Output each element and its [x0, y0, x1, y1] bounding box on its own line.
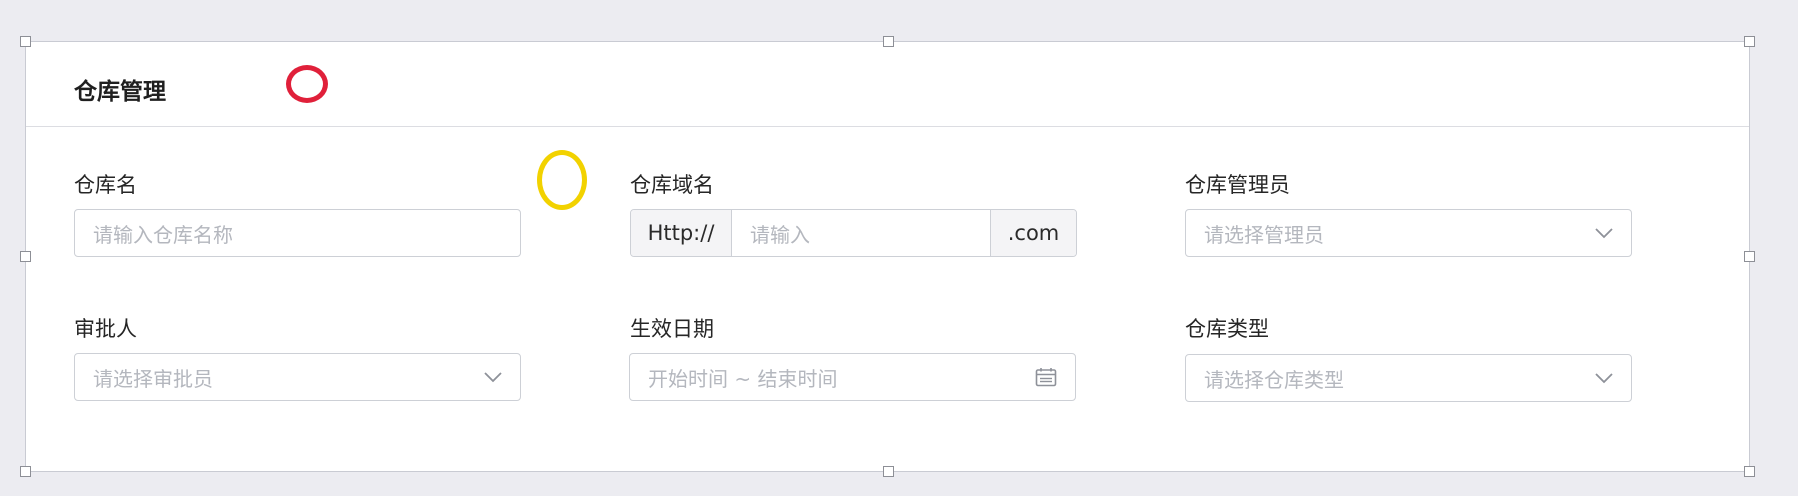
approver-placeholder: 请选择审批员: [93, 366, 213, 391]
warehouse-admin-placeholder: 请选择管理员: [1204, 222, 1324, 247]
approver-label: 审批人: [74, 317, 137, 341]
resize-handle-bottom-left[interactable]: [20, 466, 31, 477]
warehouse-type-placeholder: 请选择仓库类型: [1204, 367, 1344, 392]
warehouse-name-label: 仓库名: [74, 173, 137, 197]
warehouse-name-input[interactable]: 请输入仓库名称: [74, 209, 521, 257]
warehouse-admin-select[interactable]: 请选择管理员: [1185, 209, 1632, 257]
red-circle-annotation: [286, 65, 328, 103]
chevron-down-icon: [1595, 373, 1613, 384]
resize-handle-middle-right[interactable]: [1744, 251, 1755, 262]
warehouse-domain-input[interactable]: 请输入: [731, 210, 991, 256]
yellow-circle-annotation: [537, 150, 587, 210]
warehouse-management-card: 仓库管理 仓库名 请输入仓库名称 仓库域名 Http:// 请输入 .com 仓…: [20, 36, 1755, 477]
warehouse-name-placeholder: 请输入仓库名称: [93, 222, 233, 247]
effective-date-placeholder: 开始时间 ~ 结束时间: [648, 366, 838, 391]
warehouse-admin-label: 仓库管理员: [1185, 173, 1290, 197]
warehouse-domain-label: 仓库域名: [630, 173, 714, 197]
effective-date-label: 生效日期: [630, 317, 714, 341]
effective-date-range-picker[interactable]: 开始时间 ~ 结束时间: [629, 353, 1076, 401]
resize-handle-bottom-middle[interactable]: [883, 466, 894, 477]
resize-handle-middle-left[interactable]: [20, 251, 31, 262]
warehouse-domain-input-group: Http:// 请输入 .com: [630, 209, 1077, 257]
calendar-icon: [1035, 368, 1057, 387]
warehouse-domain-placeholder: 请输入: [750, 222, 810, 247]
warehouse-type-label: 仓库类型: [1185, 317, 1269, 341]
card-title: 仓库管理: [74, 79, 166, 105]
chevron-down-icon: [1595, 228, 1613, 239]
warehouse-type-select[interactable]: 请选择仓库类型: [1185, 354, 1632, 402]
domain-prefix-addon: Http://: [631, 210, 731, 256]
resize-handle-bottom-right[interactable]: [1744, 466, 1755, 477]
approver-select[interactable]: 请选择审批员: [74, 353, 521, 401]
domain-suffix-addon: .com: [991, 210, 1076, 256]
card-header: 仓库管理: [26, 42, 1749, 127]
chevron-down-icon: [484, 372, 502, 383]
